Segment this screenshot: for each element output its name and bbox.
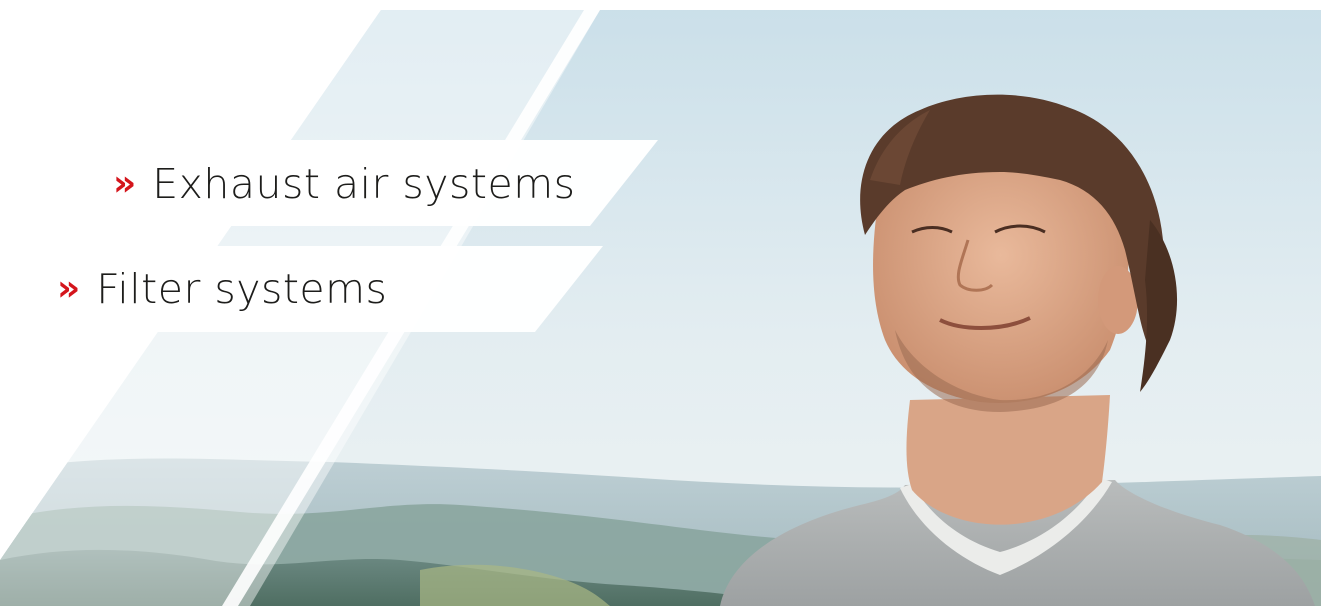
double-chevron-right-icon: » bbox=[57, 268, 80, 309]
menu-item-exhaust-air-systems[interactable]: » Exhaust air systems bbox=[113, 160, 576, 208]
menu-item-label: Filter systems bbox=[96, 265, 388, 313]
menu-item-filter-systems[interactable]: » Filter systems bbox=[57, 265, 387, 313]
double-chevron-right-icon: » bbox=[113, 163, 136, 204]
hero-banner: » Exhaust air systems » Filter systems bbox=[0, 0, 1321, 606]
menu-item-label: Exhaust air systems bbox=[152, 160, 576, 208]
